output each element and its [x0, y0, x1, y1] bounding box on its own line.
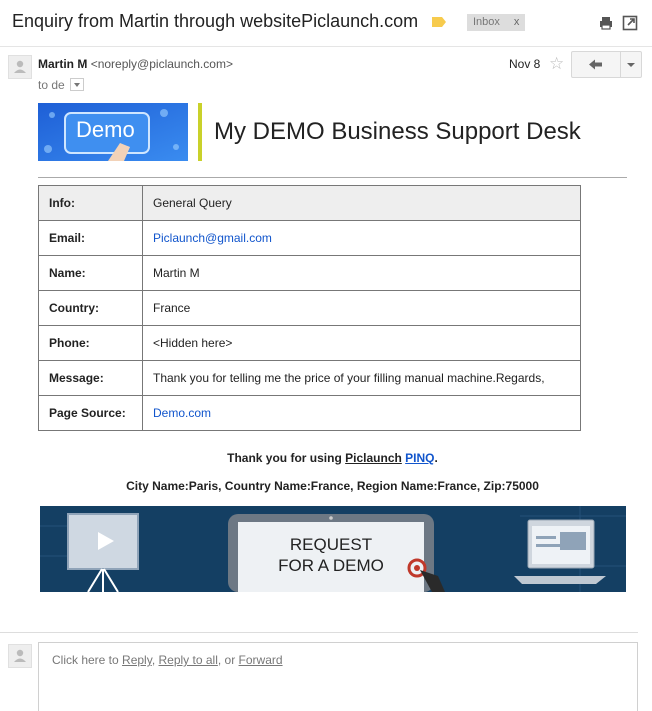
row-value: Martin M — [142, 255, 581, 291]
banner-text: Demo — [76, 117, 135, 142]
row-label: Name: — [38, 255, 143, 291]
message-date: Nov 8 — [509, 57, 541, 71]
row-value: <Hidden here> — [142, 325, 581, 361]
row-value: Piclaunch@gmail.com — [142, 220, 581, 256]
subject-bar: Enquiry from Martin through websitePicla… — [0, 0, 652, 47]
pinq-link[interactable]: PINQ — [405, 451, 434, 465]
table-row: Phone: <Hidden here> — [38, 325, 581, 361]
avatar-icon — [14, 60, 26, 73]
piclaunch-link[interactable]: Piclaunch — [345, 451, 402, 465]
row-label: Country: — [38, 290, 143, 326]
reply-link[interactable]: Reply — [122, 653, 152, 667]
more-options-button[interactable] — [620, 52, 641, 77]
row-label: Message: — [38, 360, 143, 396]
thanks-line: Thank you for using Piclaunch PINQ. — [0, 451, 652, 465]
table-row: Message: Thank you for telling me the pr… — [38, 360, 581, 396]
print-icon[interactable] — [598, 15, 614, 31]
table-row: Country: France — [38, 290, 581, 326]
divider — [0, 632, 638, 633]
reply-all-link[interactable]: Reply to all — [159, 653, 218, 667]
avatar-icon — [14, 649, 26, 662]
sender-name[interactable]: Martin M — [38, 57, 87, 71]
inbox-label: Inbox — [473, 16, 500, 28]
row-label: Email: — [38, 220, 143, 256]
reply-icon — [589, 59, 602, 70]
table-row: Email: Piclaunch@gmail.com — [38, 220, 581, 256]
enquiry-table: Info: General Query Email: Piclaunch@gma… — [38, 185, 581, 431]
table-row: Name: Martin M — [38, 255, 581, 291]
reply-prefix: Click here to — [52, 653, 123, 667]
show-details-dropdown[interactable] — [70, 78, 85, 92]
row-label: Page Source: — [38, 395, 143, 431]
row-value: Thank you for telling me the price of yo… — [142, 360, 581, 396]
support-desk-title: My DEMO Business Support Desk — [198, 103, 581, 161]
email-link[interactable]: Piclaunch@gmail.com — [153, 231, 272, 245]
sender-line: Martin M <noreply@piclaunch.com> — [38, 57, 233, 71]
reply-box[interactable]: Click here to Reply, Reply to all, or Fo… — [38, 642, 638, 711]
request-demo-line1: REQUEST — [289, 535, 373, 554]
remove-label-button[interactable]: x — [514, 16, 520, 28]
divider — [38, 177, 627, 178]
row-value: France — [142, 290, 581, 326]
sender-email: <noreply@piclaunch.com> — [90, 57, 233, 71]
forward-link[interactable]: Forward — [239, 653, 283, 667]
my-avatar — [8, 644, 32, 668]
email-subject: Enquiry from Martin through websitePicla… — [12, 11, 419, 31]
reply-button[interactable] — [572, 52, 621, 77]
sender-avatar — [8, 55, 32, 79]
request-demo-banner[interactable]: REQUEST FOR A DEMO — [40, 506, 626, 592]
reply-prompt: Click here to Reply, Reply to all, or Fo… — [52, 653, 283, 667]
reply-sep1: , — [151, 653, 159, 667]
page-source-link[interactable]: Demo.com — [153, 406, 211, 420]
star-icon[interactable]: ☆ — [549, 54, 564, 74]
recipient-text: to de — [38, 78, 65, 92]
row-label: Info: — [38, 185, 143, 221]
row-value: Demo.com — [142, 395, 581, 431]
reply-button-group — [571, 51, 642, 78]
thanks-prefix: Thank you for using — [227, 451, 346, 465]
request-demo-line2: FOR A DEMO — [278, 556, 384, 575]
label-tag-icon[interactable] — [432, 17, 446, 27]
demo-banner-image: Demo — [38, 103, 188, 161]
inbox-label-chip[interactable]: Inbox x — [467, 14, 526, 31]
new-window-icon[interactable] — [622, 15, 638, 31]
row-label: Phone: — [38, 325, 143, 361]
location-line: City Name:Paris, Country Name:France, Re… — [126, 479, 539, 493]
thanks-suffix: . — [434, 451, 438, 465]
table-row: Info: General Query — [38, 185, 581, 221]
row-value: General Query — [142, 185, 581, 221]
request-demo-text: REQUEST FOR A DEMO — [238, 534, 424, 576]
reply-sep2: , or — [217, 653, 239, 667]
recipient-line: to de — [38, 78, 85, 92]
table-row: Page Source: Demo.com — [38, 395, 581, 431]
